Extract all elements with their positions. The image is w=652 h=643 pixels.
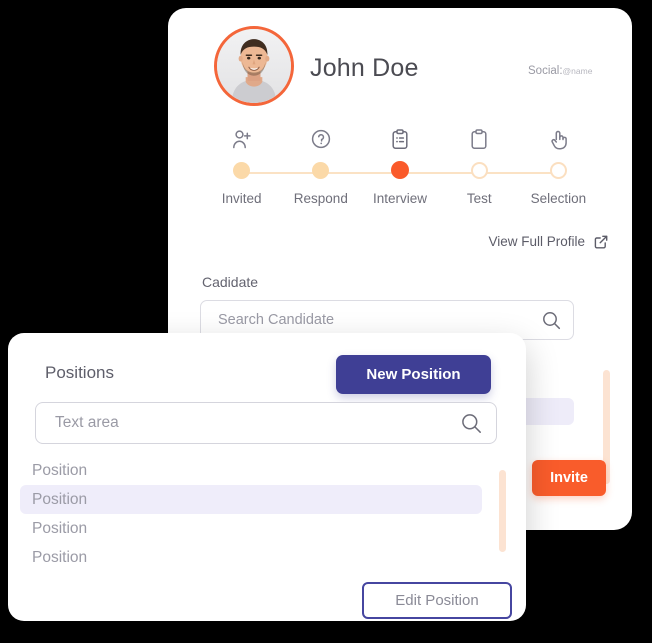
edit-position-button[interactable]: Edit Position xyxy=(362,582,512,619)
positions-scrollbar-thumb[interactable] xyxy=(499,470,506,552)
avatar xyxy=(214,26,294,106)
user-plus-icon xyxy=(232,126,252,152)
search-icon[interactable] xyxy=(542,311,561,330)
stepper-dot-interview[interactable] xyxy=(360,161,439,179)
recruitment-stepper: Invited Respond Interview Test Selection xyxy=(202,126,598,216)
list-item[interactable]: Position xyxy=(20,543,482,572)
stepper-label-invited-col: Invited xyxy=(202,190,281,208)
candidate-search-input[interactable] xyxy=(216,311,542,329)
search-icon[interactable] xyxy=(461,413,482,434)
positions-list: Position Position Position Position xyxy=(20,456,482,572)
list-item[interactable]: Position xyxy=(20,514,482,543)
positions-scrollbar[interactable] xyxy=(499,470,506,552)
new-position-button[interactable]: New Position xyxy=(336,355,491,394)
stepper-dot-invited[interactable] xyxy=(202,162,281,179)
question-circle-icon xyxy=(311,126,331,152)
invite-button[interactable]: Invite xyxy=(532,460,606,496)
social-label: Social: xyxy=(528,65,563,77)
candidate-field-label: Cadidate xyxy=(202,274,259,290)
user-photo-avatar-icon xyxy=(217,29,291,103)
step-interview[interactable] xyxy=(360,126,439,152)
stepper-label-interview: Interview xyxy=(372,191,428,206)
view-full-profile-link[interactable]: View Full Profile xyxy=(488,234,608,249)
stepper-icons xyxy=(202,126,598,152)
positions-search-input[interactable] xyxy=(53,413,461,433)
profile-header: John Doe Social:@name xyxy=(168,8,632,120)
pointing-hand-icon xyxy=(549,126,568,152)
step-respond[interactable] xyxy=(281,126,360,152)
external-link-icon xyxy=(594,235,608,249)
clipboard-icon xyxy=(470,126,488,152)
social-handle: @name xyxy=(562,66,593,76)
stepper-track xyxy=(202,161,598,184)
positions-search-box[interactable] xyxy=(35,402,497,444)
stepper-label-selection-col: Selection xyxy=(519,190,598,208)
step-invited[interactable] xyxy=(202,126,281,152)
stepper-label-respond: Respond xyxy=(293,191,348,206)
stepper-dot-test[interactable] xyxy=(440,162,519,179)
stepper-label-test: Test xyxy=(466,191,492,206)
step-selection[interactable] xyxy=(519,126,598,152)
stepper-label-selection: Selection xyxy=(530,191,587,206)
stepper-label-respond-col: Respond xyxy=(281,190,360,208)
view-full-profile-label: View Full Profile xyxy=(488,234,585,249)
clipboard-list-icon xyxy=(391,126,409,152)
stepper-dot-selection[interactable] xyxy=(519,162,598,179)
list-item[interactable]: Position xyxy=(20,456,482,485)
stepper-label-invited: Invited xyxy=(221,191,262,206)
stepper-label-test-col: Test xyxy=(440,190,519,208)
list-item[interactable]: Position xyxy=(20,485,482,514)
stepper-dot-respond[interactable] xyxy=(281,162,360,179)
social-info: Social:@name xyxy=(528,61,592,79)
step-test[interactable] xyxy=(440,126,519,152)
profile-name: John Doe xyxy=(310,54,419,82)
stepper-label-interview-col: Interview xyxy=(360,190,439,208)
stepper-dots xyxy=(202,161,598,179)
positions-title: Positions xyxy=(45,363,114,382)
stepper-labels: Invited Respond Interview Test Selection xyxy=(202,190,598,208)
